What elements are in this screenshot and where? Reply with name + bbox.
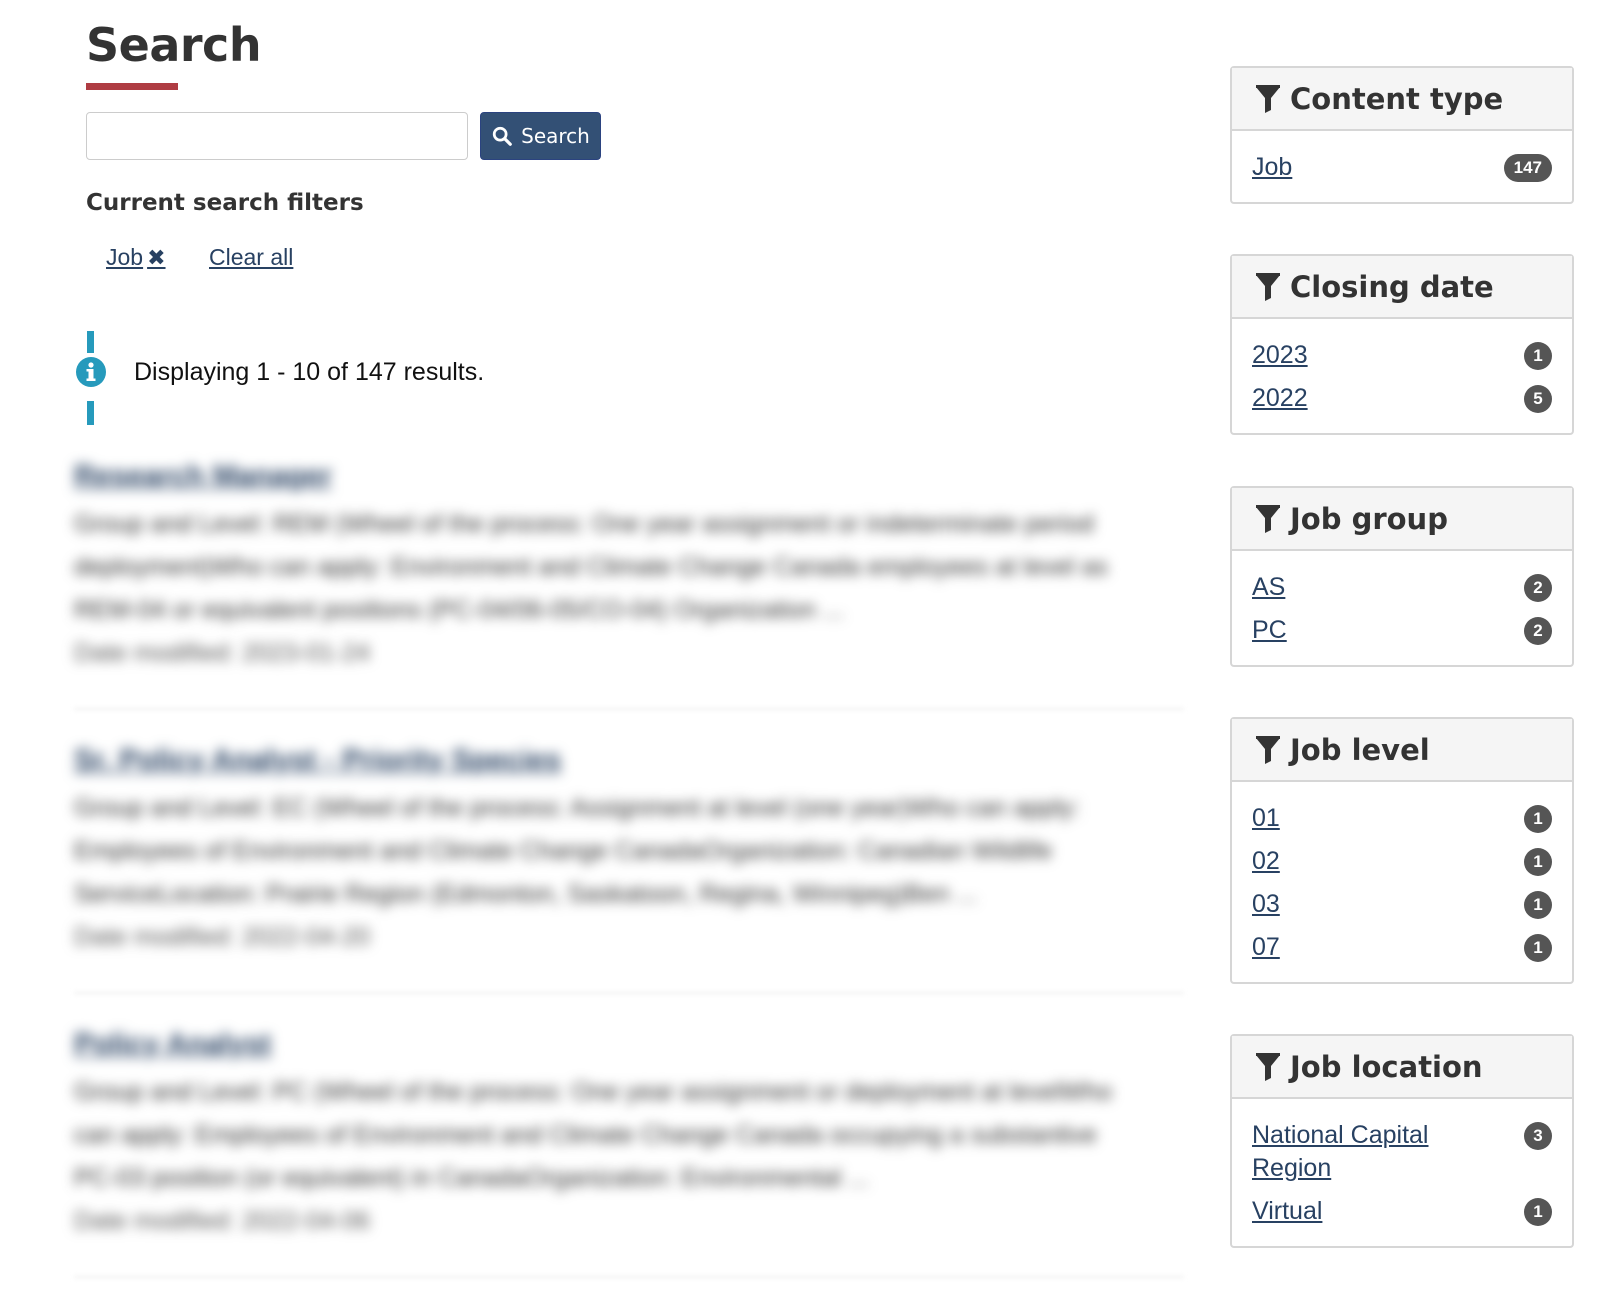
info-bar [87, 331, 94, 353]
result-description: Group and Level: EC (Wheel of the proces… [74, 794, 1081, 908]
search-input[interactable] [86, 112, 468, 160]
facet-title: Job location [1290, 1049, 1483, 1084]
info-icon [76, 357, 106, 387]
count-badge: 3 [1524, 1122, 1552, 1150]
facet-item: National Capital Region 3 [1252, 1119, 1552, 1185]
facet-link[interactable]: AS [1252, 571, 1285, 604]
facet-item: 2022 5 [1252, 382, 1552, 415]
facet-job-group: Job group AS 2 PC 2 [1230, 486, 1574, 667]
facet-header: Job group [1232, 488, 1572, 551]
count-badge: 1 [1524, 934, 1552, 962]
count-badge: 1 [1524, 805, 1552, 833]
active-filter-label: Job [106, 244, 144, 270]
filter-icon [1256, 504, 1280, 533]
count-badge: 1 [1524, 1198, 1552, 1226]
result-item: Policy Analyst Group and Level: PC (Whee… [74, 1028, 1184, 1243]
filter-icon [1256, 272, 1280, 301]
facet-item: 07 1 [1252, 931, 1552, 964]
result-date-modified: Date modified: 2022-04-20 [74, 923, 371, 951]
facet-title: Content type [1290, 81, 1504, 116]
facet-item: 03 1 [1252, 888, 1552, 921]
facet-link[interactable]: 2023 [1252, 339, 1308, 372]
search-button-label: Search [521, 124, 590, 148]
filter-icon [1256, 1052, 1280, 1081]
result-title-link[interactable]: Sr. Policy Analyst - Priority Species [74, 744, 1184, 777]
result-divider [74, 992, 1184, 994]
facet-link[interactable]: Job [1252, 151, 1292, 184]
count-badge: 1 [1524, 848, 1552, 876]
clear-all-link[interactable]: Clear all [209, 244, 293, 271]
search-button[interactable]: Search [480, 112, 601, 160]
facet-header: Content type [1232, 68, 1572, 131]
facet-title: Closing date [1290, 269, 1494, 304]
count-badge: 1 [1524, 891, 1552, 919]
facet-link[interactable]: 07 [1252, 931, 1280, 964]
facet-item: 01 1 [1252, 802, 1552, 835]
current-filters-heading: Current search filters [86, 190, 364, 216]
facet-job-level: Job level 01 1 02 1 03 1 07 1 [1230, 717, 1574, 984]
facet-link[interactable]: PC [1252, 614, 1287, 647]
results-count-text: Displaying 1 - 10 of 147 results. [134, 358, 485, 386]
count-badge: 147 [1503, 154, 1552, 182]
result-date-modified: Date modified: 2023-01-24 [74, 639, 371, 667]
facet-item: PC 2 [1252, 614, 1552, 647]
result-item: Research Manager Group and Level: REM (W… [74, 460, 1184, 675]
info-bar [87, 401, 94, 425]
result-divider [74, 708, 1184, 710]
facet-item: 02 1 [1252, 845, 1552, 878]
result-description: Group and Level: REM (Wheel of the proce… [74, 510, 1108, 624]
facet-item: Job 147 [1252, 151, 1552, 184]
facet-title: Job level [1290, 732, 1430, 767]
result-item: Sr. Policy Analyst - Priority Species Gr… [74, 744, 1184, 959]
facet-link[interactable]: Virtual [1252, 1195, 1322, 1228]
facet-item: AS 2 [1252, 571, 1552, 604]
count-badge: 2 [1524, 574, 1552, 602]
title-underline [86, 83, 178, 90]
page-title: Search [86, 18, 262, 72]
facet-link[interactable]: National Capital Region [1252, 1119, 1452, 1185]
filter-icon [1256, 735, 1280, 764]
facet-header: Job level [1232, 719, 1572, 782]
count-badge: 2 [1524, 617, 1552, 645]
facet-link[interactable]: 2022 [1252, 382, 1308, 415]
filter-icon [1256, 84, 1280, 113]
result-title-link[interactable]: Policy Analyst [74, 1028, 1184, 1061]
x-icon: ✖ [147, 244, 166, 270]
result-title-link[interactable]: Research Manager [74, 460, 1184, 493]
result-divider [74, 1276, 1184, 1278]
search-icon [492, 126, 512, 146]
facet-job-location: Job location National Capital Region 3 V… [1230, 1034, 1574, 1248]
facet-item: 2023 1 [1252, 339, 1552, 372]
result-date-modified: Date modified: 2022-04-06 [74, 1207, 371, 1235]
facet-item: Virtual 1 [1252, 1195, 1552, 1228]
active-filter-job[interactable]: Job ✖ [106, 244, 166, 271]
result-description: Group and Level: PC (Wheel of the proces… [74, 1078, 1113, 1192]
count-badge: 5 [1524, 385, 1552, 413]
count-badge: 1 [1524, 342, 1552, 370]
facet-closing-date: Closing date 2023 1 2022 5 [1230, 254, 1574, 435]
facet-link[interactable]: 01 [1252, 802, 1280, 835]
facet-title: Job group [1290, 501, 1448, 536]
facet-header: Job location [1232, 1036, 1572, 1099]
facet-link[interactable]: 02 [1252, 845, 1280, 878]
facet-link[interactable]: 03 [1252, 888, 1280, 921]
facet-header: Closing date [1232, 256, 1572, 319]
facet-content-type: Content type Job 147 [1230, 66, 1574, 204]
